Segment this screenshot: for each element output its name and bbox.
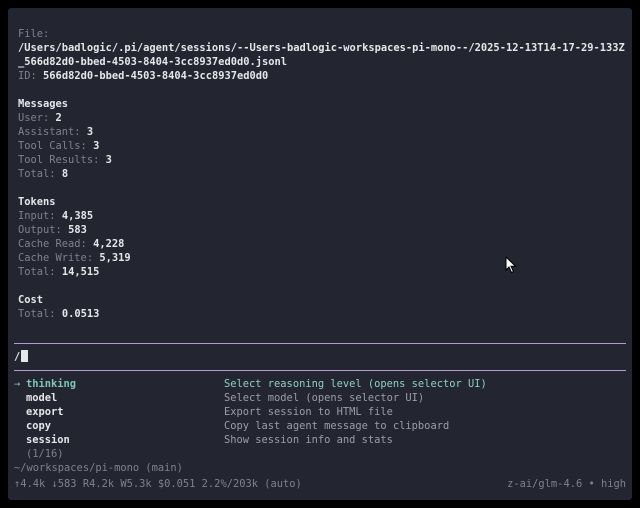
command-input-text: /	[14, 351, 21, 363]
tokens-row-cache-read: Cache Read: 4,228	[18, 237, 124, 251]
messages-row-total: Total: 8	[18, 167, 68, 181]
file-label: File:	[18, 28, 50, 40]
command-item-copy[interactable]: copy	[14, 419, 51, 433]
stat-label: Cache Read:	[18, 238, 87, 250]
command-description: Select model (opens selector UI)	[224, 392, 425, 404]
command-item-session[interactable]: session	[14, 433, 70, 447]
command-description: Select reasoning level (opens selector U…	[224, 378, 487, 390]
stat-value: 583	[68, 224, 87, 236]
stat-value: 4,228	[93, 238, 125, 250]
stat-value: 3	[93, 140, 100, 152]
session-id-value: 566d82d0-bbed-4503-8404-3cc8937ed0d0	[43, 70, 269, 82]
stat-label: Total:	[18, 266, 56, 278]
tokens-heading: Tokens	[18, 196, 56, 208]
command-name: export	[26, 406, 64, 418]
stat-label: Total:	[18, 308, 56, 320]
file-path-line-1: /Users/badlogic/.pi/agent/sessions/--Use…	[18, 42, 625, 54]
text-cursor	[21, 350, 29, 362]
command-item-model[interactable]: model	[14, 391, 57, 405]
session-id-row: ID: 566d82d0-bbed-4503-8404-3cc8937ed0d0	[18, 69, 268, 83]
stat-value: 8	[61, 168, 69, 180]
command-list-count: (1/16)	[14, 447, 64, 461]
stat-label: Input:	[18, 210, 56, 222]
footer-model: z-ai/glm-4.6 • high	[507, 478, 626, 490]
stat-label: Assistant:	[18, 126, 81, 138]
tokens-row-cache-write: Cache Write: 5,319	[18, 251, 131, 265]
stat-label: Total:	[18, 168, 56, 180]
stat-value: 3	[86, 126, 94, 138]
tokens-row-input: Input: 4,385	[18, 209, 93, 223]
command-item-thinking[interactable]: → thinking	[14, 377, 76, 391]
terminal-window[interactable]: File: /Users/badlogic/.pi/agent/sessions…	[8, 8, 632, 500]
file-path-line-2: _566d82d0-bbed-4503-8404-3cc8937ed0d0.js…	[18, 56, 287, 68]
command-name: copy	[26, 420, 52, 432]
command-description: Show session info and stats	[224, 434, 393, 446]
stat-label: User:	[18, 112, 50, 124]
stat-value: 4,385	[61, 210, 94, 222]
command-item-export[interactable]: export	[14, 405, 64, 419]
messages-row-tool-calls: Tool Calls: 3	[18, 139, 99, 153]
command-name: model	[26, 392, 58, 404]
footer-cwd: ~/workspaces/pi-mono (main)	[14, 462, 183, 474]
editor-top-border	[14, 343, 626, 344]
stat-value: 3	[105, 154, 112, 166]
mouse-pointer-icon	[505, 256, 517, 274]
stat-value: 5,319	[99, 252, 131, 264]
stat-value: 2	[55, 112, 62, 124]
command-description: Copy last agent message to clipboard	[224, 420, 450, 432]
cost-heading: Cost	[18, 294, 44, 306]
stat-value: 0.0513	[61, 308, 100, 320]
command-input[interactable]: /	[14, 350, 29, 364]
stat-label: Tool Calls:	[18, 140, 87, 152]
tokens-row-output: Output: 583	[18, 223, 87, 237]
session-id-label: ID:	[18, 70, 37, 82]
stat-label: Cache Write:	[18, 252, 94, 264]
stat-label: Output:	[18, 224, 62, 236]
messages-row-assistant: Assistant: 3	[18, 125, 93, 139]
stat-value: 14,515	[61, 266, 100, 278]
cost-row-total: Total: 0.0513	[18, 307, 99, 321]
stat-label: Tool Results:	[18, 154, 100, 166]
messages-row-user: User: 2	[18, 111, 62, 125]
editor-bottom-border	[14, 370, 626, 371]
tokens-row-total: Total: 14,515	[18, 265, 99, 279]
selection-arrow-icon: →	[14, 378, 21, 390]
command-name: thinking	[26, 378, 77, 390]
command-count-text: (1/16)	[26, 448, 64, 460]
command-description: Export session to HTML file	[224, 406, 393, 418]
messages-row-tool-results: Tool Results: 3	[18, 153, 112, 167]
command-name: session	[26, 434, 70, 446]
footer-usage-stats: ↑4.4k ↓583 R4.2k W5.3k $0.051 2.2%/203k …	[14, 478, 302, 490]
messages-heading: Messages	[18, 98, 69, 110]
